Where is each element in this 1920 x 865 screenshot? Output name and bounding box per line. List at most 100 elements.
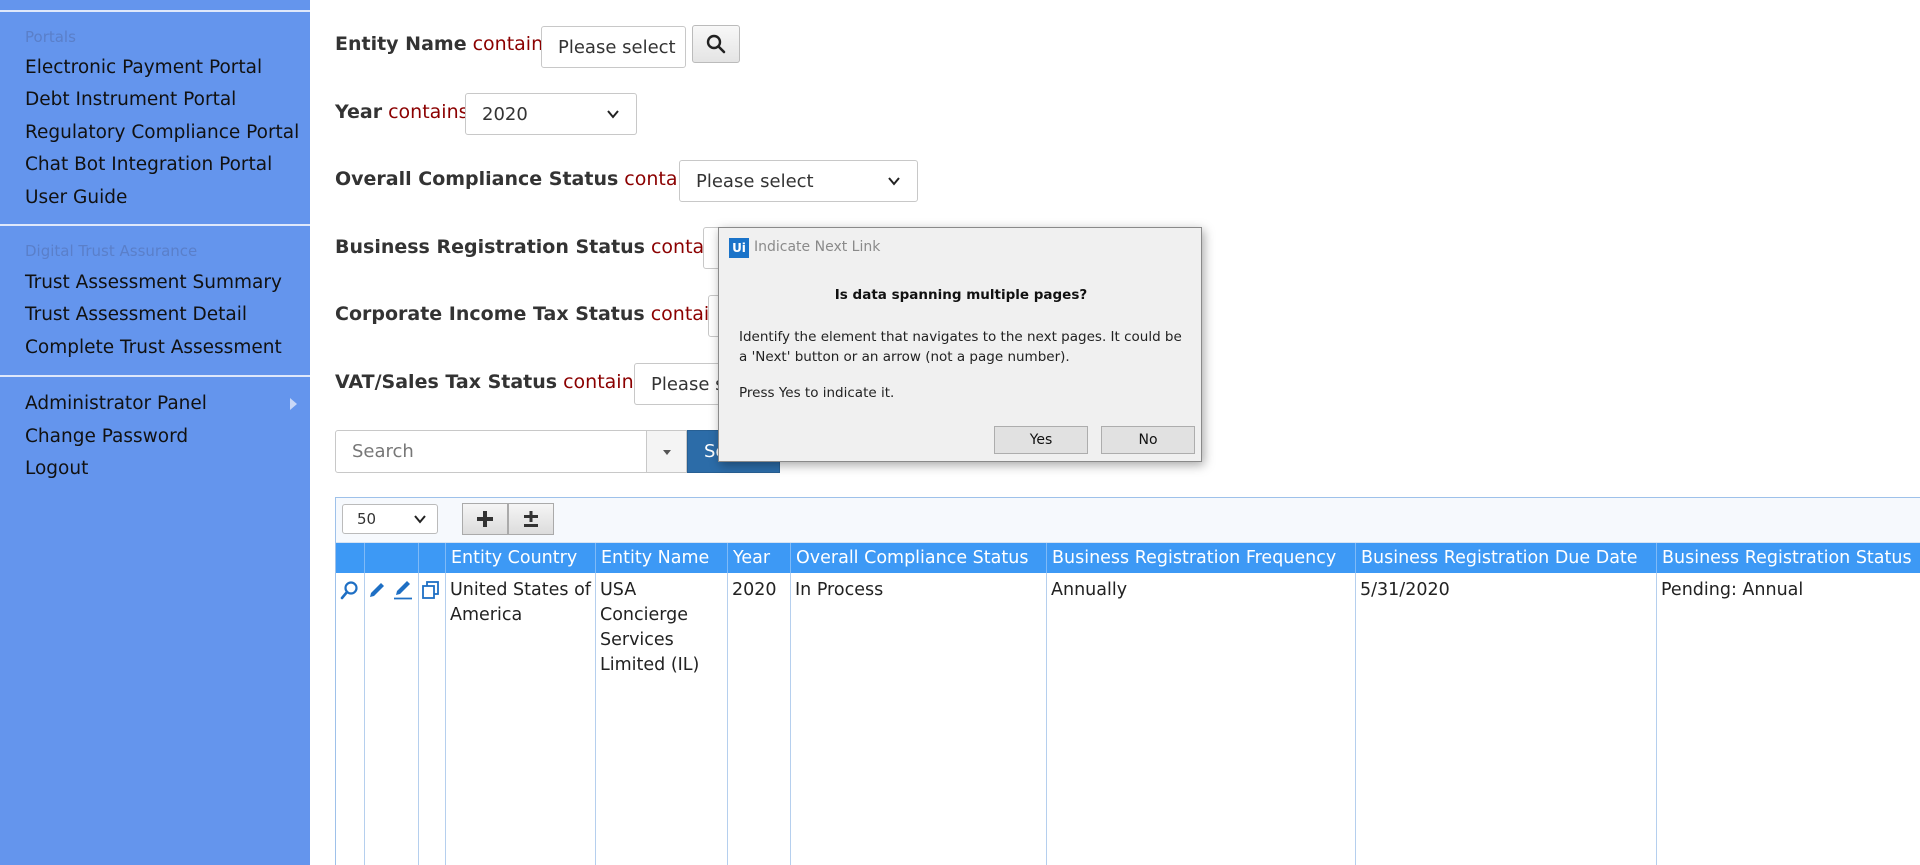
column-divider <box>364 573 365 865</box>
add-multiple-records-button[interactable] <box>508 503 554 535</box>
column-header-entity-name[interactable]: Entity Name <box>595 543 727 573</box>
cell-overall-compliance-status: In Process <box>790 578 1046 603</box>
column-divider <box>727 573 728 865</box>
column-header-business-registration-status[interactable]: Business Registration Status <box>1656 543 1920 573</box>
dialog-instructions: Identify the element that navigates to t… <box>739 329 1182 365</box>
plus-icon <box>477 511 493 527</box>
filter-operator: contains <box>388 101 469 123</box>
sidebar-section-header: Portals <box>25 28 76 46</box>
view-record-icon[interactable] <box>340 580 360 600</box>
add-record-button[interactable] <box>462 503 508 535</box>
cell-text-line: In Process <box>795 580 884 600</box>
filter-field-name: Entity Name <box>335 33 467 55</box>
search-input[interactable]: Search <box>335 430 647 473</box>
entity-lookup-button[interactable] <box>692 25 740 63</box>
column-header-entity-country[interactable]: Entity Country <box>445 543 595 573</box>
results-grid: 50 Entity Country Entity Name Year Overa… <box>335 497 1920 865</box>
sidebar-section-header: Digital Trust Assurance <box>25 242 198 260</box>
search-placeholder: Search <box>352 441 414 462</box>
submenu-arrow-icon <box>290 398 297 410</box>
page-size-value: 50 <box>357 510 377 528</box>
filter-label-overall-compliance-status: Overall Compliance Status contains <box>335 168 705 190</box>
dialog-question: Is data spanning multiple pages? <box>834 287 1088 303</box>
entity-name-value: Please select <box>558 36 676 58</box>
sidebar-divider <box>0 10 310 12</box>
column-header-business-registration-frequency[interactable]: Business Registration Frequency <box>1046 543 1355 573</box>
cell-text-line: Concierge <box>600 605 689 625</box>
vat-sales-tax-status-value: Please s <box>651 373 725 395</box>
dialog-title: Indicate Next Link <box>754 239 881 255</box>
sidebar: Portals Electronic Payment Portal Debt I… <box>0 0 310 865</box>
cell-text-line: Pending: Annual <box>1661 580 1804 600</box>
cell-business-registration-due-date: 5/31/2020 <box>1355 578 1656 603</box>
column-header-overall-compliance-status[interactable]: Overall Compliance Status <box>790 543 1046 573</box>
dialog-hint: Press Yes to indicate it. <box>739 385 895 401</box>
filter-label-year: Year contains <box>335 101 469 123</box>
sidebar-item-complete-trust-assessment[interactable]: Complete Trust Assessment <box>25 337 282 358</box>
overall-compliance-status-select[interactable]: Please select <box>679 160 918 202</box>
search-options-dropdown[interactable] <box>646 430 687 473</box>
search-icon <box>706 34 726 54</box>
sidebar-item-trust-assessment-summary[interactable]: Trust Assessment Summary <box>25 272 282 293</box>
cell-text-line: Services <box>600 630 674 650</box>
page-size-select[interactable]: 50 <box>342 504 438 534</box>
chevron-down-icon <box>607 110 619 119</box>
filter-label-business-registration-status: Business Registration Status contains <box>335 236 731 258</box>
edit-inline-icon[interactable] <box>393 580 413 600</box>
grid-header-row: Entity Country Entity Name Year Overall … <box>336 543 1920 573</box>
sidebar-item-regulatory-compliance-portal[interactable]: Regulatory Compliance Portal <box>25 122 299 143</box>
copy-record-icon[interactable] <box>421 580 441 600</box>
cell-entity-country: United States of America <box>445 578 595 628</box>
filter-field-name: Overall Compliance Status <box>335 168 619 190</box>
sidebar-item-chat-bot-integration-portal[interactable]: Chat Bot Integration Portal <box>25 154 272 175</box>
filter-field-name: VAT/Sales Tax Status <box>335 371 558 393</box>
sidebar-item-electronic-payment-portal[interactable]: Electronic Payment Portal <box>25 57 262 78</box>
filter-label-corporate-income-tax-status: Corporate Income Tax Status contains <box>335 303 731 325</box>
cell-text-line: 2020 <box>732 580 777 600</box>
cell-text-line: America <box>450 605 523 625</box>
year-select-value: 2020 <box>482 103 528 125</box>
yes-button[interactable]: Yes <box>994 426 1088 454</box>
sidebar-item-change-password[interactable]: Change Password <box>25 426 188 447</box>
filter-operator: contains <box>563 371 644 393</box>
header-view-column <box>336 543 364 573</box>
header-edit-column <box>364 543 418 573</box>
uipath-logo-icon: Ui <box>729 238 749 258</box>
column-divider <box>418 573 419 865</box>
plus-minus-icon <box>524 511 538 527</box>
year-select[interactable]: 2020 <box>465 93 637 135</box>
column-header-year[interactable]: Year <box>727 543 790 573</box>
sidebar-divider <box>0 224 310 226</box>
cell-text-line: United States of <box>450 580 591 600</box>
cell-entity-name: USA Concierge Services Limited (IL) <box>595 578 727 678</box>
cell-text-line: 5/31/2020 <box>1360 580 1450 600</box>
entity-name-picker[interactable]: Please select <box>541 26 686 68</box>
indicate-next-link-dialog: Ui Indicate Next Link Is data spanning m… <box>718 227 1202 462</box>
header-copy-column <box>418 543 445 573</box>
cell-year: 2020 <box>727 578 790 603</box>
cell-text-line: Annually <box>1051 580 1128 600</box>
edit-record-icon[interactable] <box>367 580 387 600</box>
sidebar-item-logout[interactable]: Logout <box>25 458 88 479</box>
sidebar-item-administrator-panel[interactable]: Administrator Panel <box>25 393 207 414</box>
column-divider <box>790 573 791 865</box>
filter-label-vat-sales-tax-status: VAT/Sales Tax Status contains <box>335 371 644 393</box>
chevron-down-icon <box>888 177 900 186</box>
filter-field-name: Corporate Income Tax Status <box>335 303 645 325</box>
column-divider <box>1046 573 1047 865</box>
overall-compliance-status-value: Please select <box>696 170 814 192</box>
sidebar-item-trust-assessment-detail[interactable]: Trust Assessment Detail <box>25 304 247 325</box>
column-header-business-registration-due-date[interactable]: Business Registration Due Date <box>1355 543 1656 573</box>
filter-field-name: Year <box>335 101 383 123</box>
chevron-down-icon <box>414 515 426 524</box>
sidebar-divider <box>0 375 310 377</box>
no-button[interactable]: No <box>1101 426 1195 454</box>
column-divider <box>1656 573 1657 865</box>
cell-text-line: USA <box>600 580 637 600</box>
column-divider <box>1355 573 1356 865</box>
filter-label-entity-name: Entity Name contains <box>335 33 553 55</box>
sidebar-item-user-guide[interactable]: User Guide <box>25 187 127 208</box>
cell-business-registration-status: Pending: Annual <box>1656 578 1920 603</box>
filter-field-name: Business Registration Status <box>335 236 645 258</box>
sidebar-item-debt-instrument-portal[interactable]: Debt Instrument Portal <box>25 89 236 110</box>
